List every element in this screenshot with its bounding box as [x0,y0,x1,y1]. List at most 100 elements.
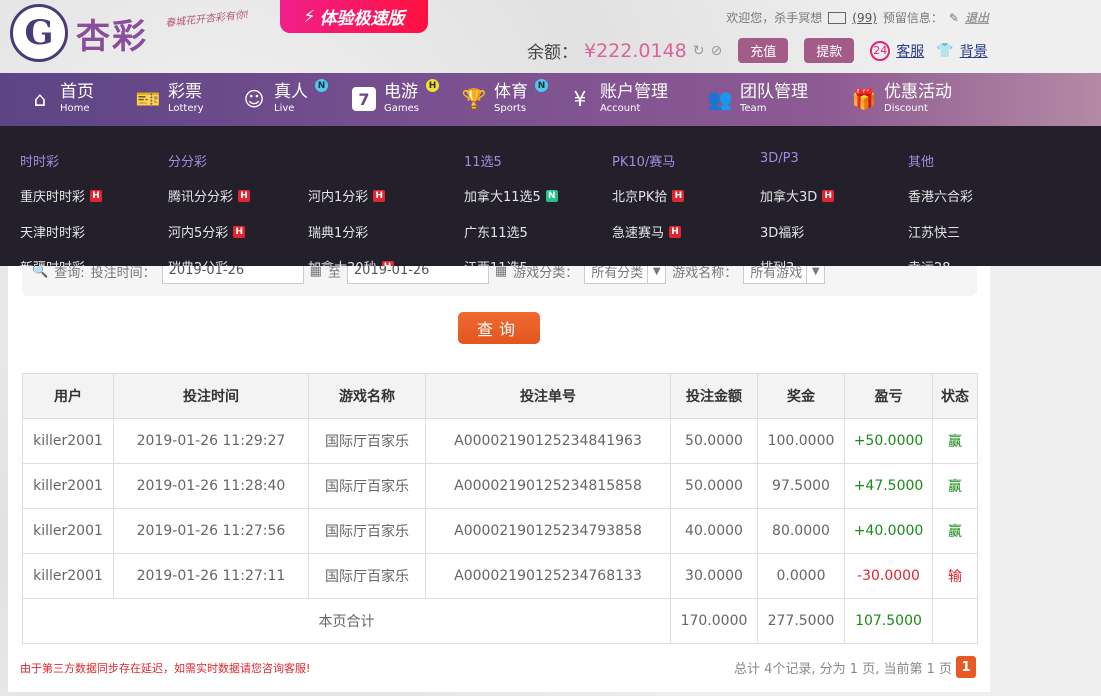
dropdown-item[interactable]: 香港六合彩 [908,186,973,205]
column-header: 用户 [22,373,114,419]
dropdown-item-label: 河内5分彩 [168,226,229,241]
nav-item-sports[interactable]: 🏆 体育 Sports N [462,79,548,115]
table-cell: +40.0000 [844,508,933,554]
customer-service-link[interactable]: 客服 [896,41,924,61]
column-header: 盈亏 [844,373,933,419]
table-cell: 0.0000 [757,553,845,599]
nav-item-lottery[interactable]: 🎫 彩票 Lottery [136,83,204,115]
dropdown-item-label: 加拿大11选5 [464,190,541,205]
dropdown-header[interactable]: 分分彩 [168,151,207,170]
total-bonus: 277.5000 [757,598,845,644]
nav-label-cn: 电游 [384,82,418,102]
mail-count-link[interactable]: (99) [852,11,877,25]
table-cell: A00002190125234768133 [425,553,671,599]
table-row: killer2001 2019-01-26 11:27:56 国际厅百家乐 A0000… [22,508,978,554]
dropdown-item[interactable]: 北京PK拾 H [612,186,685,205]
query-button[interactable]: 查询 [458,312,540,344]
table-cell: 80.0000 [757,508,845,554]
nav-label: 电游 Games [384,83,419,115]
dropdown-item[interactable]: 河内5分彩 H [168,222,246,241]
refresh-icon[interactable]: ↻ [693,43,705,59]
dropdown-item[interactable]: 江苏快三 [908,222,960,241]
nav-label: 首页 Home [60,83,94,115]
nav-item-live[interactable]: ☺ 真人 Live N [242,79,328,115]
dropdown-item[interactable]: 河内1分彩 H [308,186,386,205]
dropdown-item[interactable]: 天津时时彩 [20,222,85,241]
nav-item-games[interactable]: 7 电游 Games H [352,79,439,115]
total-row: 本页合计 170.0000 277.5000 107.5000 [22,598,978,644]
table-cell: killer2001 [22,553,114,599]
welcome-text: 欢迎您，杀手冥想 [726,11,823,25]
table-cell: +47.5000 [844,463,933,509]
dropdown-header[interactable]: 11选5 [464,151,502,170]
page-button-1[interactable]: 1 [956,656,976,678]
dealer-icon: ☺ [243,87,265,111]
badge-h-icon: H [425,79,439,92]
table-cell: A00002190125234841963 [425,418,671,464]
table-cell: 赢 [932,508,978,554]
dropdown-item[interactable]: 瑞典2分彩 [168,257,228,266]
dropdown-header[interactable]: 其他 [908,151,934,170]
dropdown-item-label: 广东11选5 [464,226,528,241]
logo-emblem: G [10,4,68,62]
mail-icon[interactable] [828,11,847,24]
table-cell: 30.0000 [670,553,758,599]
nav-label: 优惠活动 Discount [884,83,952,115]
speed-version-button[interactable]: ⚡ 体验极速版 [280,0,428,33]
balance-row: 余额： ¥222.0148 ↻ ⊘ 充值 提款 24 客服 👕 背景 [527,38,988,63]
dropdown-item[interactable]: 瑞典1分彩 [308,222,368,241]
nav-item-account[interactable]: ¥ 账户管理 Account [568,83,668,115]
nav-item-home[interactable]: ⌂ 首页 Home [28,83,94,115]
dropdown-item-label: 新疆时时彩 [20,257,85,266]
nav-label-en: Account [600,103,641,114]
table-cell: 国际厅百家乐 [308,418,426,464]
dropdown-item[interactable]: 广东11选5 [464,222,528,241]
dropdown-item[interactable]: 加拿大30秒 H [308,257,394,266]
dropdown-header[interactable]: 时时彩 [20,151,59,170]
hide-eye-icon[interactable]: ⊘ [710,43,722,59]
tag-hot-icon: H [238,189,251,202]
table-cell: -30.0000 [844,553,933,599]
dropdown-item[interactable]: 新疆时时彩 [20,257,85,266]
table-row: killer2001 2019-01-26 11:28:40 国际厅百家乐 A0000… [22,463,978,509]
dropdown-item[interactable]: 加拿大11选5 N [464,186,558,205]
logo[interactable]: G 杏彩 [10,4,148,62]
edit-icon[interactable]: ✎ [949,11,959,25]
logout-link[interactable]: 退出 [965,9,989,26]
pager-summary: 总计 4个记录, 分为 1 页, 当前第 1 页 [733,661,952,677]
nav-item-team[interactable]: 👥 团队管理 Team [708,83,808,115]
tag-hot-icon: H [233,225,246,238]
dropdown-header[interactable]: PK10/赛马 [612,151,675,170]
balance-label: 余额： [527,43,578,63]
column-header: 游戏名称 [308,373,426,419]
nav-item-discount[interactable]: 🎁 优惠活动 Discount [852,83,952,115]
background-link[interactable]: 背景 [960,41,988,61]
badge-n-icon: N [315,79,328,92]
dropdown-item[interactable]: 重庆时时彩 H [20,186,103,205]
table-cell: 2019-01-26 11:29:27 [113,418,309,464]
dropdown-item-label: 北京PK拾 [612,190,668,205]
nav-label-cn: 账户管理 [600,82,668,102]
dropdown-item-label: 排列3 [760,257,794,266]
dropdown-item[interactable]: 3D福彩 [760,222,804,241]
nav-label: 彩票 Lottery [168,83,204,115]
tag-hot-icon: H [373,189,386,202]
table-cell: 2019-01-26 11:27:56 [113,508,309,554]
slot-7-icon: 7 [352,87,376,111]
table-cell: 50.0000 [670,418,758,464]
tag-new-icon: N [545,189,558,202]
dropdown-item-label: 幸运28 [908,257,951,266]
dropdown-item[interactable]: 江西11选5 [464,257,528,266]
table-cell: 赢 [932,463,978,509]
dropdown-item[interactable]: 急速赛马 H [612,222,682,241]
dropdown-header[interactable]: 3D/P3 [760,151,799,166]
dropdown-item-label: 天津时时彩 [20,226,86,241]
dropdown-item[interactable]: 排列3 [760,257,794,266]
nav-label: 团队管理 Team [740,83,808,115]
dropdown-item-label: 瑞典1分彩 [308,226,369,241]
deposit-button[interactable]: 充值 [738,38,789,63]
dropdown-item[interactable]: 幸运28 [908,257,951,266]
dropdown-item[interactable]: 加拿大3D H [760,186,835,205]
dropdown-item[interactable]: 腾讯分分彩 H [168,186,251,205]
withdraw-button[interactable]: 提款 [804,38,855,63]
